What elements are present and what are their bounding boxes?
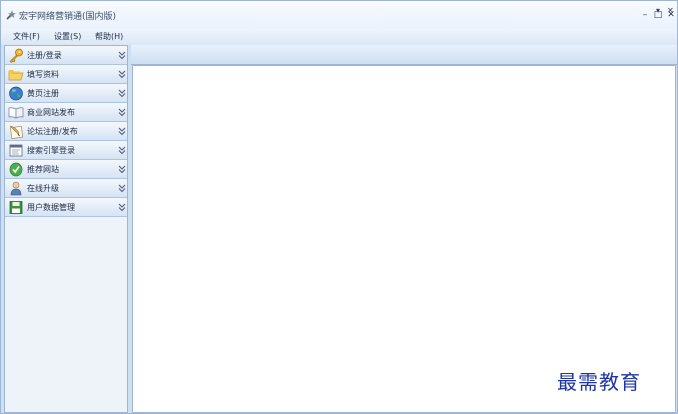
chevron-down-icon [118, 184, 126, 193]
sidebar-item-label: 注册/登录 [27, 51, 62, 60]
floppy-disk-icon [9, 201, 23, 214]
sidebar-item-label: 搜索引擎登录 [27, 146, 75, 155]
folder-icon [8, 70, 24, 81]
sidebar-item-label: 用户数据管理 [27, 203, 75, 212]
tab-close-button[interactable]: ✕ [667, 7, 675, 15]
document-tab-strip [131, 45, 677, 65]
sidebar-item-label: 在线升级 [27, 184, 59, 193]
chevron-down-icon [118, 89, 126, 98]
sidebar-item-label: 论坛注册/发布 [27, 127, 78, 136]
sidebar-item-recommend-sites[interactable]: 推荐网站 [5, 160, 127, 179]
sidebar-item-label: 商业网站发布 [27, 108, 75, 117]
window-title: 宏宇网络营销通(国内版) [19, 12, 117, 22]
user-update-icon [10, 181, 22, 196]
chevron-down-icon [118, 70, 126, 79]
sidebar-item-online-upgrade[interactable]: 在线升级 [5, 179, 127, 198]
globe-icon [9, 86, 23, 101]
tab-list-dropdown-button[interactable]: ▾ [656, 7, 664, 15]
sidebar-item-label: 填写资料 [27, 70, 59, 79]
chevron-down-icon [118, 146, 126, 155]
check-badge-icon [9, 162, 23, 177]
chevron-down-icon [118, 127, 126, 136]
quill-paper-icon [9, 125, 24, 139]
sidebar-item-search-engine[interactable]: 搜索引擎登录 [5, 141, 127, 160]
title-bar: 宏宇网络营销通(国内版) – □ ✕ [1, 1, 677, 29]
book-icon [8, 107, 24, 119]
sidebar-item-label: 推荐网站 [27, 165, 59, 174]
main-content-area [132, 65, 676, 413]
chevron-down-icon [118, 51, 126, 60]
menu-help[interactable]: 帮助(H) [95, 31, 123, 42]
sidebar-item-fill-info[interactable]: 填写资料 [5, 65, 127, 84]
sidebar-item-forum-post[interactable]: 论坛注册/发布 [5, 122, 127, 141]
menu-bar: 文件(F) 设置(S) 帮助(H) [1, 29, 677, 45]
menu-settings[interactable]: 设置(S) [54, 31, 81, 42]
search-page-icon [9, 144, 23, 157]
chevron-down-icon [118, 108, 126, 117]
minimize-button[interactable]: – [639, 9, 651, 21]
wrench-star-icon [6, 10, 16, 20]
watermark-text: 最需教育 [557, 370, 641, 394]
sidebar-item-label: 黄页注册 [27, 89, 59, 98]
sidebar: 注册/登录 填写资料 黄页注册 商业网站发布 论坛注册/发布 搜索引擎登录 推荐… [4, 45, 128, 413]
sidebar-item-yellow-pages[interactable]: 黄页注册 [5, 84, 127, 103]
key-icon [9, 48, 23, 63]
sidebar-item-user-data[interactable]: 用户数据管理 [5, 198, 127, 217]
sidebar-item-business-sites[interactable]: 商业网站发布 [5, 103, 127, 122]
app-window: 宏宇网络营销通(国内版) – □ ✕ 文件(F) 设置(S) 帮助(H) 注册/… [0, 0, 678, 414]
sidebar-item-register-login[interactable]: 注册/登录 [5, 46, 127, 65]
chevron-down-icon [118, 165, 126, 174]
chevron-down-icon [118, 203, 126, 212]
menu-file[interactable]: 文件(F) [13, 31, 40, 42]
